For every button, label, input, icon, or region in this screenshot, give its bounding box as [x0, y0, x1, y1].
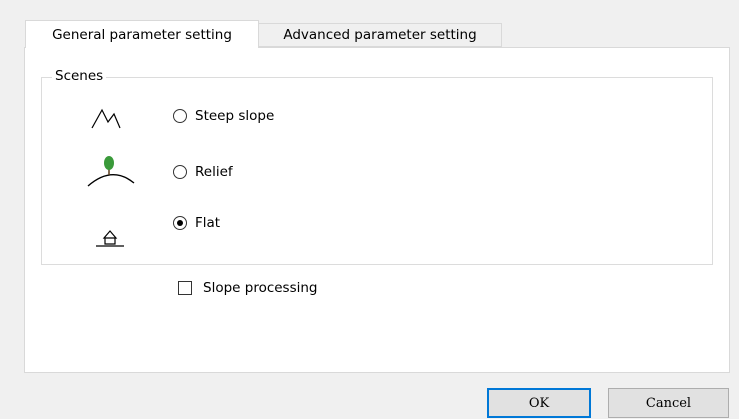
radio-label: Flat: [195, 215, 221, 231]
tab-panel: Scenes Steep slope Relief Flat Slope pro…: [24, 47, 730, 373]
radio-circle[interactable]: [173, 109, 187, 123]
tab-label: Advanced parameter setting: [283, 27, 477, 43]
checkbox-box[interactable]: [178, 281, 192, 295]
cancel-button[interactable]: Cancel: [608, 388, 729, 418]
scenes-group: Scenes Steep slope Relief Flat: [41, 68, 713, 265]
cancel-button-label: Cancel: [645, 395, 692, 411]
radio-label: Relief: [195, 164, 233, 180]
flat-radio[interactable]: Flat: [173, 215, 220, 231]
radio-circle[interactable]: [173, 216, 187, 230]
tab-label: General parameter setting: [52, 26, 232, 43]
steep-slope-icon: [91, 108, 121, 129]
ok-button[interactable]: OK: [487, 388, 591, 418]
ok-button-label: OK: [528, 395, 550, 411]
tab-advanced-parameter-setting[interactable]: Advanced parameter setting: [259, 23, 502, 47]
relief-icon: [87, 156, 135, 187]
steep-slope-radio[interactable]: Steep slope: [173, 108, 274, 124]
radio-circle[interactable]: [173, 165, 187, 179]
radio-label: Steep slope: [195, 108, 275, 124]
flat-icon: [96, 230, 124, 247]
slope-processing-checkbox[interactable]: Slope processing: [178, 280, 318, 296]
scenes-group-title: Scenes: [52, 68, 107, 84]
checkbox-label: Slope processing: [203, 280, 318, 296]
tab-general-parameter-setting[interactable]: General parameter setting: [25, 20, 259, 48]
relief-radio[interactable]: Relief: [173, 164, 233, 180]
